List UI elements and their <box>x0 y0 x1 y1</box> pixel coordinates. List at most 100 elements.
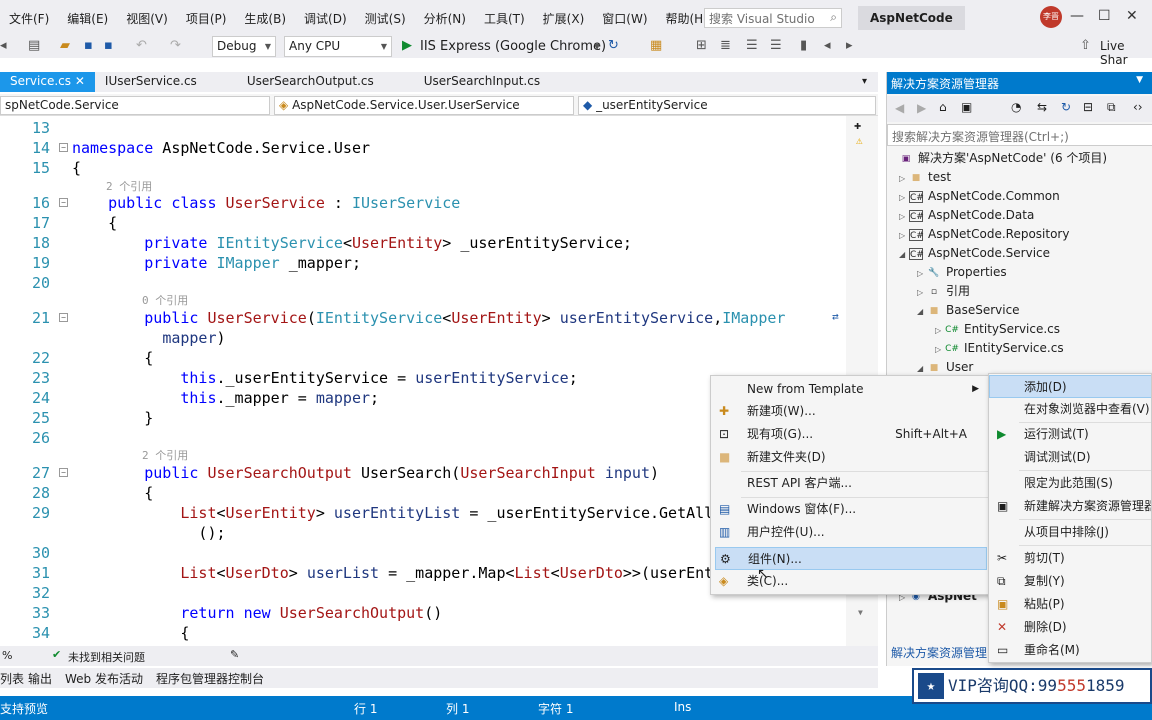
menu-edit[interactable]: 编辑(E) <box>58 10 117 27</box>
menu-copy[interactable]: ⧉ 复制(Y) <box>989 570 1151 593</box>
tab-overflow-icon[interactable]: ▾ <box>862 76 867 87</box>
tree-item-test[interactable]: ▷ ■ test <box>899 168 951 187</box>
browser-link-icon[interactable]: ▦ <box>650 38 662 53</box>
expand-icon[interactable]: ▷ <box>917 288 923 297</box>
scroll-down-icon[interactable]: ▼ <box>858 608 863 617</box>
tree-item-ientityservice[interactable]: ▷ C# IEntityService.cs <box>935 339 1064 358</box>
bookmark-next-icon[interactable]: ▸ <box>846 38 853 53</box>
menu-new-folder[interactable]: ■ 新建文件夹(D) <box>711 446 989 469</box>
show-all-files-icon[interactable]: ⧉ <box>1107 100 1116 115</box>
cleanup-icon[interactable]: ✎ <box>230 648 239 661</box>
uncomment-icon[interactable]: ☰ <box>770 38 782 53</box>
codelens-references[interactable]: 2 个引用 <box>106 178 152 194</box>
expand-icon[interactable]: ▷ <box>899 174 905 183</box>
tab-error-list[interactable]: 列表 <box>0 670 24 687</box>
menu-run-tests[interactable]: ▶ 运行测试(T) <box>989 423 1151 446</box>
menu-windows-form[interactable]: ▤ Windows 窗体(F)... <box>711 498 989 521</box>
pending-changes-icon[interactable]: ◔ <box>1011 100 1021 114</box>
minimize-icon[interactable]: — <box>1070 8 1084 24</box>
live-share-icon[interactable]: ⇧ <box>1080 38 1091 53</box>
expand-icon[interactable]: ▷ <box>899 212 905 221</box>
bookmark-prev-icon[interactable]: ◂ <box>824 38 831 53</box>
switch-view-icon[interactable]: ▣ <box>961 100 972 114</box>
live-share-label[interactable]: Live Shar <box>1100 39 1152 67</box>
collapse-all-icon[interactable]: ⊟ <box>1083 100 1093 114</box>
tree-item-baseservice[interactable]: ◢ ■ BaseService <box>917 301 1020 320</box>
menu-rest-api[interactable]: REST API 客户端... <box>711 472 989 495</box>
platform-dropdown[interactable]: Any CPU ▼ <box>284 36 392 57</box>
panel-menu-icon[interactable]: ▼ <box>1136 75 1143 85</box>
tree-item-solution[interactable]: ▣ 解决方案'AspNetCode' (6 个项目) <box>899 149 1107 168</box>
menu-new-from-template[interactable]: New from Template ▶ <box>711 378 989 401</box>
avatar[interactable]: 李晋 <box>1040 6 1062 28</box>
back-icon[interactable]: ◀ <box>895 101 904 115</box>
tree-item-repository[interactable]: ▷ C# AspNetCode.Repository <box>899 225 1069 244</box>
open-icon[interactable]: ▰ <box>60 38 70 53</box>
expand-icon[interactable]: ▷ <box>917 269 923 278</box>
sync-icon[interactable]: ⇆ <box>1037 100 1047 114</box>
bookmark-icon[interactable]: ▮ <box>800 38 807 53</box>
menu-window[interactable]: 窗口(W) <box>593 10 656 27</box>
tree-item-properties[interactable]: ▷ 🔧 Properties <box>917 263 1007 282</box>
menu-build[interactable]: 生成(B) <box>235 10 295 27</box>
panel-footer-tab[interactable]: 解决方案资源管理 <box>891 644 987 661</box>
menu-view[interactable]: 视图(V) <box>117 10 177 27</box>
menu-user-control[interactable]: ▥ 用户控件(U)... <box>711 521 989 544</box>
expand-icon[interactable]: ▷ <box>935 345 941 354</box>
code-view-icon[interactable]: ‹› <box>1133 100 1143 114</box>
menu-rename[interactable]: ▭ 重命名(M) <box>989 639 1151 662</box>
tab-iuser-service[interactable]: IUserService.cs <box>95 72 207 92</box>
expand-icon[interactable]: ▷ <box>899 231 905 240</box>
redo-icon[interactable]: ↷ <box>170 38 181 53</box>
expand-icon[interactable]: ▷ <box>899 193 905 202</box>
collapse-icon[interactable]: ◢ <box>917 307 923 316</box>
chevron-down-icon[interactable]: ▼ <box>594 42 600 51</box>
fold-toggle[interactable]: − <box>59 313 68 322</box>
new-project-icon[interactable]: ▤ <box>28 38 40 53</box>
menu-file[interactable]: 文件(F) <box>0 10 58 27</box>
align-icon[interactable]: ⊞ <box>696 38 707 53</box>
menu-class[interactable]: ◈ 类(C)... <box>711 570 989 593</box>
menu-paste[interactable]: ▣ 粘贴(P) <box>989 593 1151 616</box>
quick-action-icon[interactable]: ⇄ <box>832 310 839 323</box>
home-icon[interactable]: ⌂ <box>939 100 947 114</box>
save-all-icon[interactable]: ▪ <box>104 38 113 53</box>
solution-search-input[interactable]: 搜索解决方案资源管理器(Ctrl+;) <box>887 124 1152 146</box>
refresh-icon[interactable]: ↻ <box>608 38 619 53</box>
menu-scope-to-this[interactable]: 限定为此范围(S) <box>989 472 1151 495</box>
zoom-level[interactable]: % <box>2 649 12 662</box>
collapse-icon[interactable]: ◢ <box>917 364 923 373</box>
menu-existing-item[interactable]: ⊡ 现有项(G)... Shift+Alt+A <box>711 423 989 446</box>
undo-icon[interactable]: ↶ <box>136 38 147 53</box>
close-icon[interactable]: ✕ <box>75 74 85 88</box>
tab-user-service[interactable]: Service.cs ✕ <box>0 72 95 92</box>
save-icon[interactable]: ▪ <box>84 38 93 53</box>
tree-item-references[interactable]: ▷ ▫ 引用 <box>917 282 970 301</box>
menu-project[interactable]: 项目(P) <box>177 10 236 27</box>
tree-item-service[interactable]: ◢ C# AspNetCode.Service <box>899 244 1050 263</box>
tree-item-data[interactable]: ▷ C# AspNetCode.Data <box>899 206 1034 225</box>
menu-component[interactable]: ⚙ 组件(N)... <box>715 547 987 570</box>
type-dropdown[interactable]: ◈ AspNetCode.Service.User.UserService <box>274 96 574 115</box>
menu-exclude[interactable]: 从项目中排除(J) <box>989 521 1151 544</box>
forward-icon[interactable]: ▶ <box>917 101 926 115</box>
play-icon[interactable]: ▶ <box>402 38 412 53</box>
menu-cut[interactable]: ✂ 剪切(T) <box>989 547 1151 570</box>
fold-toggle[interactable]: − <box>59 468 68 477</box>
split-icon[interactable]: ✚ <box>854 118 861 132</box>
tab-web-publish[interactable]: Web 发布活动 <box>65 670 143 687</box>
menu-object-browser[interactable]: 在对象浏览器中查看(V) <box>989 398 1151 421</box>
menu-delete[interactable]: ✕ 删除(D) <box>989 616 1151 639</box>
menu-debug[interactable]: 调试(D) <box>295 10 356 27</box>
menu-new-item[interactable]: ✚ 新建项(W)... <box>711 400 989 423</box>
menu-add[interactable]: 添加(D) <box>989 375 1151 398</box>
codelens-references[interactable]: 2 个引用 <box>142 447 188 463</box>
tab-package-console[interactable]: 程序包管理器控制台 <box>156 670 264 687</box>
back-icon[interactable]: ◂ <box>0 38 7 53</box>
refresh-icon[interactable]: ↻ <box>1061 100 1071 114</box>
collapse-icon[interactable]: ◢ <box>899 250 905 259</box>
menu-debug-tests[interactable]: 调试测试(D) <box>989 446 1151 469</box>
menu-analyze[interactable]: 分析(N) <box>415 10 475 27</box>
close-icon[interactable]: ✕ <box>1126 8 1138 24</box>
menu-tools[interactable]: 工具(T) <box>475 10 534 27</box>
